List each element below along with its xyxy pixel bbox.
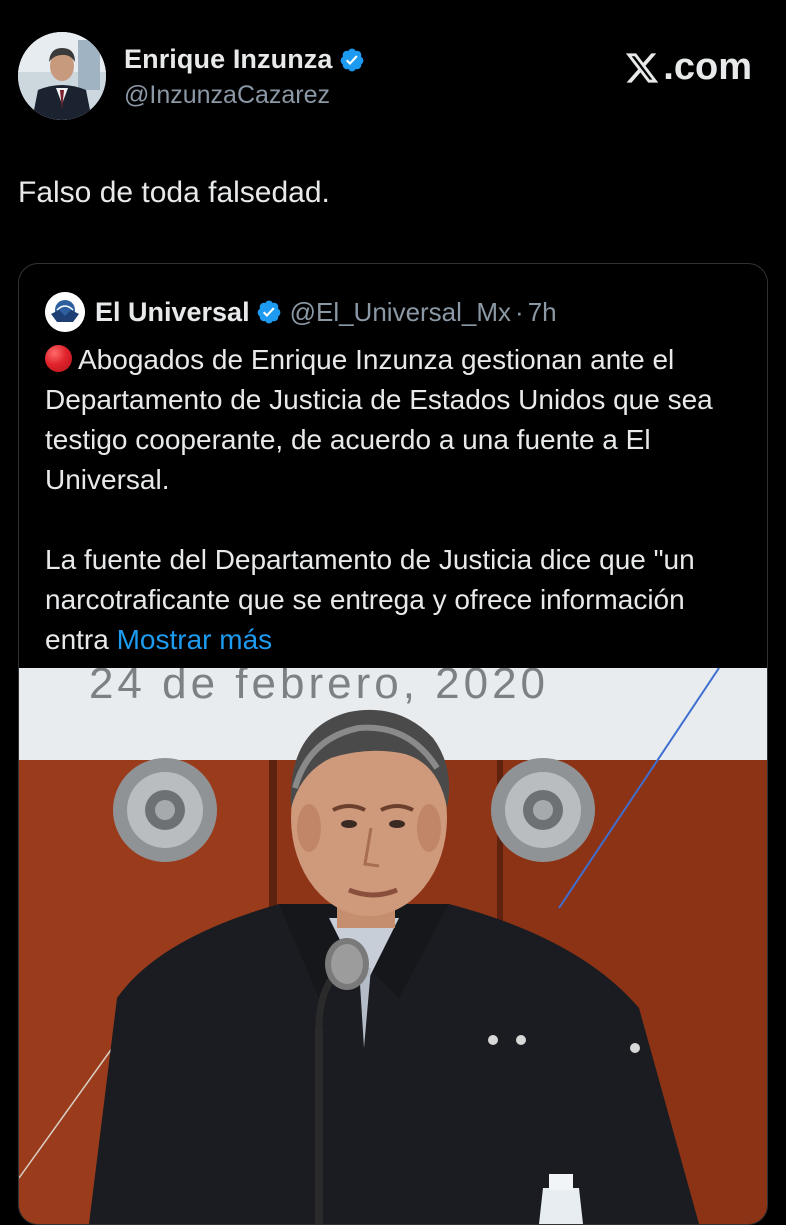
tweet-text: Falso de toda falsedad. [18,176,330,209]
author-meta: Enrique Inzunza @InzunzaCazarez [124,44,365,110]
x-brand-logo: .com [623,46,752,89]
verified-badge-icon [340,48,363,71]
author-avatar[interactable] [18,32,106,120]
display-name-wrap: Enrique Inzunza [124,44,365,75]
author-handle[interactable]: @InzunzaCazarez [124,81,365,110]
author-display-name[interactable]: Enrique Inzunza [124,44,333,75]
quoted-paragraph-1-text: Abogados de Enrique Inzunza gestionan an… [45,344,713,495]
quoted-timestamp[interactable]: 7h [528,297,557,328]
x-site-label: .com [663,46,752,88]
photo-banner-text: 24 de febrero, 2020 [89,668,549,708]
quoted-author-name[interactable]: El Universal [95,297,250,328]
quoted-separator: · [515,296,524,327]
verified-org-badge-icon [257,300,280,324]
quoted-author-avatar[interactable] [45,292,85,332]
quoted-author-handle[interactable]: @El_Universal_Mx [290,297,511,328]
x-logo-icon [626,52,659,83]
tweet-author-row: Enrique Inzunza @InzunzaCazarez .com [18,32,756,122]
quoted-tweet-header: El Universal @El_Universal_Mx · 7h [45,292,557,332]
quoted-tweet-photo[interactable]: 24 de febrero, 2020 [19,668,767,1224]
quoted-paragraph-2: La fuente del Departamento de Justicia d… [45,540,745,660]
show-more-link[interactable]: Mostrar más [117,624,273,655]
quoted-tweet-card[interactable]: El Universal @El_Universal_Mx · 7h Aboga… [18,263,768,1225]
quoted-tweet-body: Abogados de Enrique Inzunza gestionan an… [45,340,745,660]
quoted-paragraph-1: Abogados de Enrique Inzunza gestionan an… [45,340,745,500]
red-circle-icon [45,345,72,372]
